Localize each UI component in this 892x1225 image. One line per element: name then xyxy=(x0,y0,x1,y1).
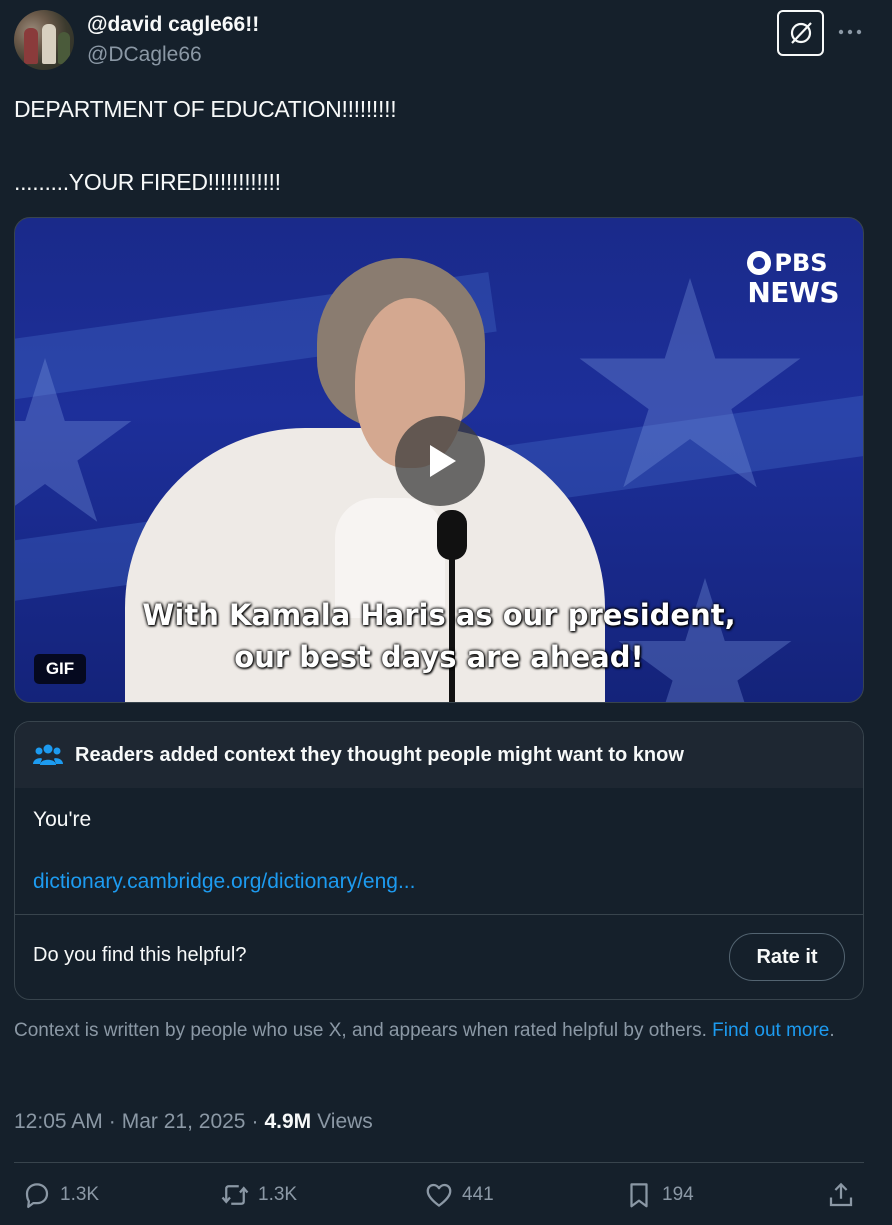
community-people-icon xyxy=(33,744,63,765)
context-info: Context is written by people who use X, … xyxy=(14,1018,874,1043)
action-bar: 1.3K 1.3K 441 194 xyxy=(14,1180,864,1218)
views-label: Views xyxy=(317,1110,373,1133)
context-info-suffix: . xyxy=(829,1020,835,1041)
pbs-logo-icon xyxy=(747,251,772,275)
helpful-question: Do you find this helpful? xyxy=(33,944,247,966)
post-time[interactable]: 12:05 AM xyxy=(14,1110,103,1134)
bookmark-icon xyxy=(630,1183,648,1208)
divider xyxy=(15,914,863,915)
rate-it-button[interactable]: Rate it xyxy=(729,933,845,981)
repost-button[interactable]: 1.3K xyxy=(220,1180,297,1210)
play-icon xyxy=(430,445,456,477)
divider xyxy=(14,1162,864,1163)
bookmark-count: 194 xyxy=(662,1184,694,1205)
bookmark-button[interactable]: 194 xyxy=(624,1180,694,1210)
author-handle[interactable]: @DCagle66 xyxy=(87,43,202,67)
share-icon xyxy=(829,1182,853,1207)
grok-button[interactable] xyxy=(777,10,824,56)
caption-line-2: our best days are ahead! xyxy=(234,640,644,674)
like-count: 441 xyxy=(462,1184,494,1205)
gif-media[interactable]: PBS NEWS With Kamala Haris as our presid… xyxy=(14,217,864,703)
community-note-header: Readers added context they thought peopl… xyxy=(15,722,863,788)
post-date[interactable]: Mar 21, 2025 xyxy=(122,1110,246,1134)
pbs-news-logo: PBS NEWS xyxy=(747,248,839,308)
more-options-button[interactable] xyxy=(836,18,864,46)
find-out-more-link[interactable]: Find out more xyxy=(712,1020,829,1041)
gif-badge: GIF xyxy=(34,654,86,684)
post-text-line-2: .........YOUR FIRED!!!!!!!!!!!! xyxy=(14,169,281,195)
post-text-line-1: DEPARTMENT OF EDUCATION!!!!!!!!! xyxy=(14,96,397,122)
community-note-body: You're xyxy=(33,808,92,831)
repost-icon xyxy=(221,1185,249,1205)
meta-separator: · xyxy=(108,1110,116,1133)
share-button[interactable] xyxy=(826,1180,856,1210)
views-count: 4.9M xyxy=(264,1110,312,1133)
reply-button[interactable]: 1.3K xyxy=(22,1180,99,1210)
grok-icon xyxy=(790,22,812,44)
meta-separator: · xyxy=(251,1110,259,1133)
news-logo-text: NEWS xyxy=(747,276,839,309)
community-note: Readers added context they thought peopl… xyxy=(14,721,864,1000)
more-horizontal-icon xyxy=(838,29,862,35)
heart-icon xyxy=(426,1183,452,1207)
repost-count: 1.3K xyxy=(258,1184,298,1205)
reply-icon xyxy=(25,1183,49,1208)
post-meta: 12:05 AM · Mar 21, 2025 · 4.9M Views xyxy=(14,1110,373,1134)
avatar[interactable] xyxy=(14,10,74,70)
caption-line-1: With Kamala Haris as our president, xyxy=(142,598,736,632)
pbs-logo-text: PBS xyxy=(774,249,828,277)
like-button[interactable]: 441 xyxy=(424,1180,494,1210)
author-display-name[interactable]: @david cagle66!! xyxy=(87,13,259,37)
play-button[interactable] xyxy=(395,416,485,506)
community-note-link[interactable]: dictionary.cambridge.org/dictionary/eng.… xyxy=(33,870,415,894)
reply-count: 1.3K xyxy=(60,1184,100,1205)
community-note-title: Readers added context they thought peopl… xyxy=(75,743,684,766)
context-info-text: Context is written by people who use X, … xyxy=(14,1020,707,1041)
